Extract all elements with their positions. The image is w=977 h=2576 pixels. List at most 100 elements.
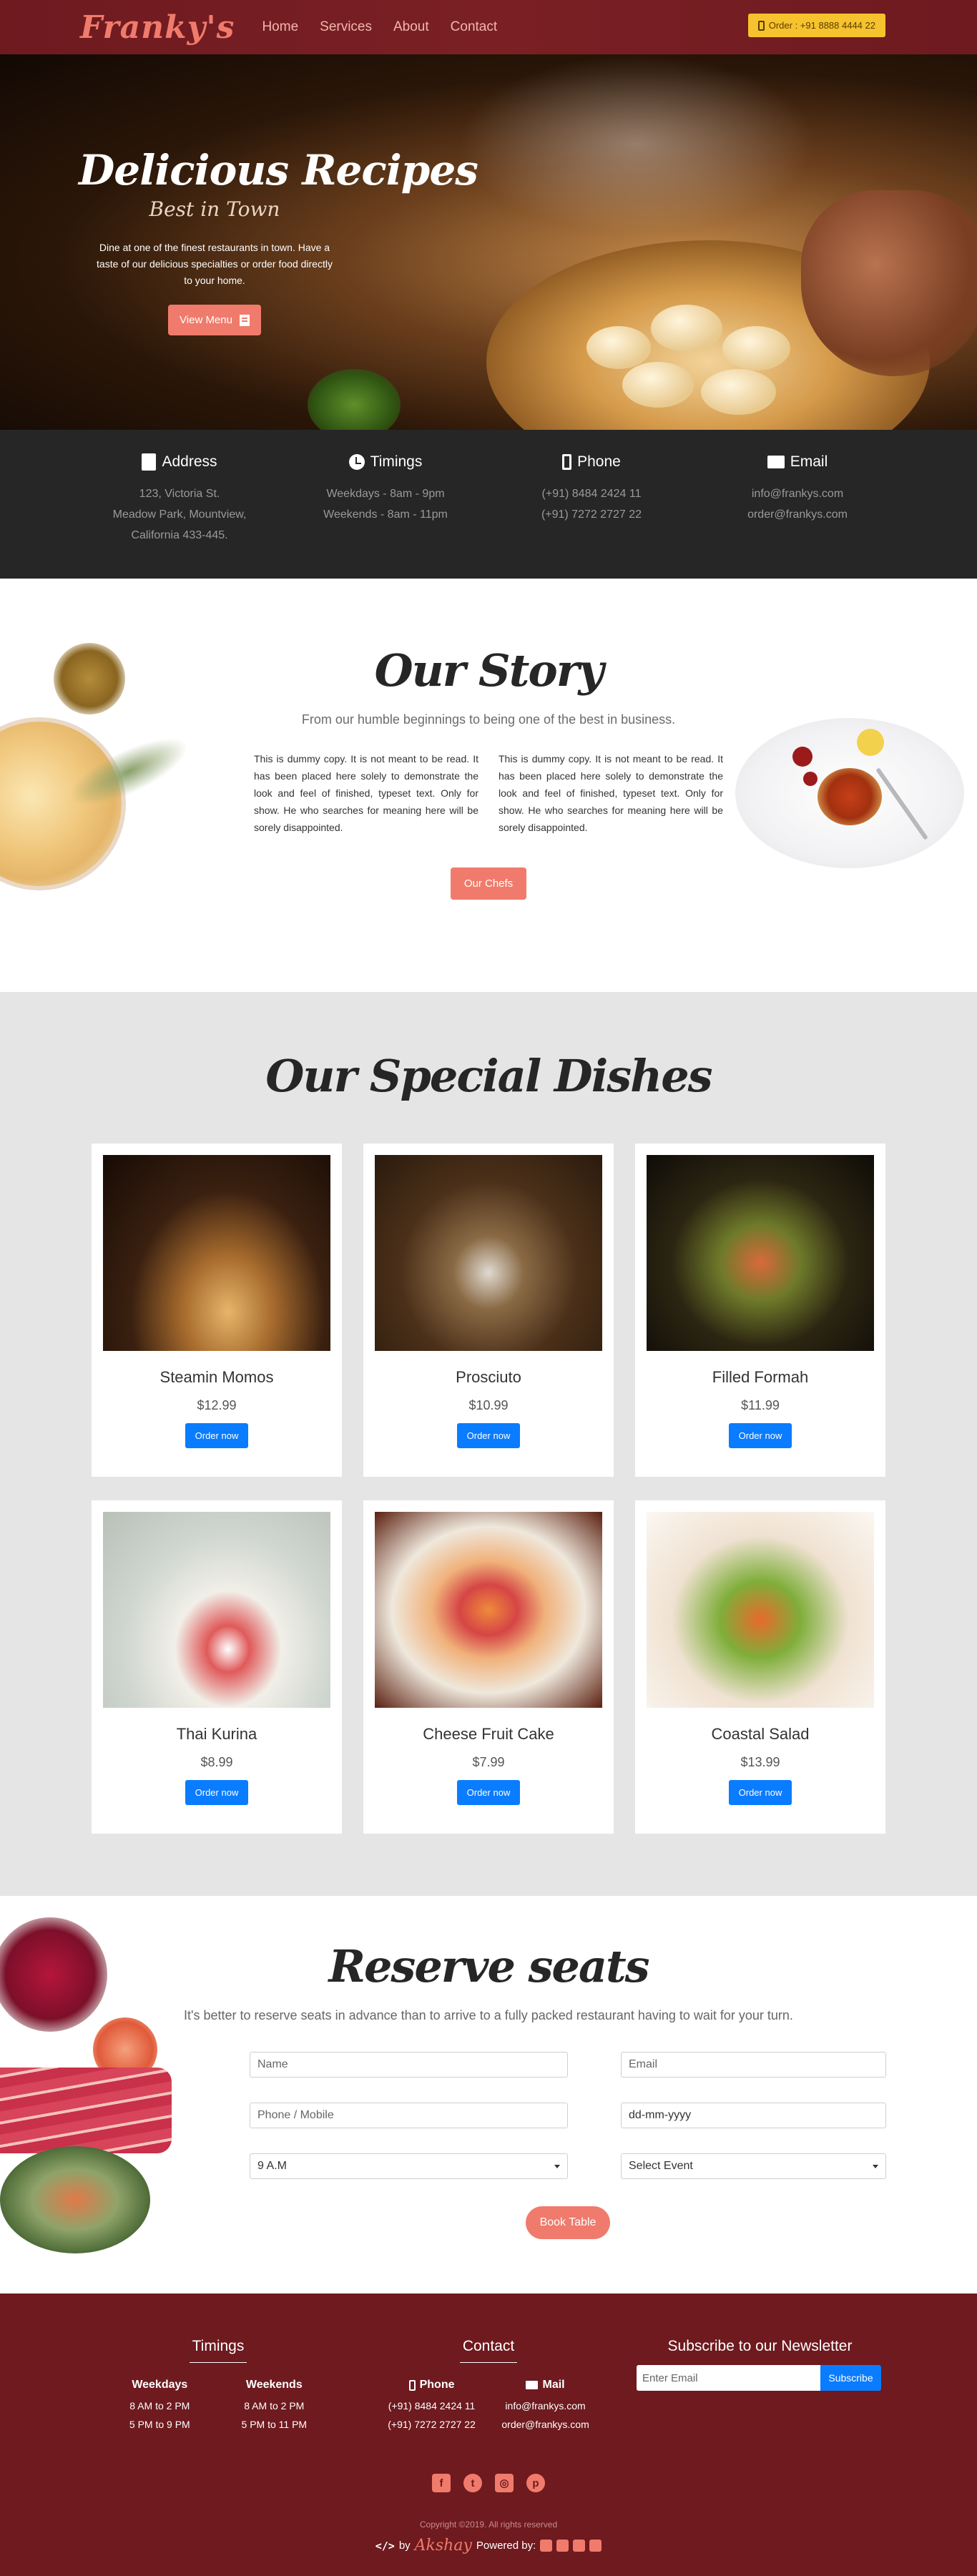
footer-weekends: Weekends 8 AM to 2 PM 5 PM to 11 PM [242, 2379, 308, 2433]
hero-herb-image [308, 369, 401, 430]
nav-links: Home Services About Contact [262, 19, 497, 35]
nav-link-services[interactable]: Services [320, 19, 372, 35]
credits-by-label: by [398, 2540, 411, 2552]
order-now-button[interactable]: Order now [185, 1423, 249, 1448]
berry-bowl-image [0, 1917, 107, 2032]
waffle-image [818, 768, 882, 825]
dish-price: $8.99 [200, 1755, 233, 1769]
info-phone-title: Phone [577, 453, 621, 470]
footer-weekends-title: Weekends [245, 2379, 303, 2391]
info-address-lines: 123, Victoria St. Meadow Park, Mountview… [77, 483, 283, 546]
mobile-phone-icon [757, 20, 765, 31]
nav-link-home[interactable]: Home [262, 19, 298, 35]
info-address-title: Address [162, 453, 217, 470]
info-line: 123, Victoria St. [139, 488, 220, 500]
footer-line: (+91) 7272 2727 22 [388, 2419, 476, 2430]
rhubarb-image [0, 2068, 172, 2153]
info-line: Weekdays - 8am - 9pm [326, 488, 445, 500]
info-timings-heading: Timings [283, 453, 488, 471]
dish-price: $10.99 [468, 1398, 509, 1412]
codepen-icon[interactable] [589, 2540, 602, 2552]
info-phone: Phone (+91) 8484 2424 11 (+91) 7272 2727… [488, 453, 694, 579]
footer-line: 8 AM to 2 PM [244, 2400, 305, 2412]
view-menu-button[interactable]: View Menu [168, 305, 261, 335]
clock-icon [348, 454, 365, 470]
nav-link-about[interactable]: About [393, 19, 429, 35]
dish-card: Filled Formah $11.99 Order now [635, 1144, 885, 1477]
mobile-phone-icon [408, 2379, 416, 2391]
newsletter-email-input[interactable]: Enter Email [637, 2365, 820, 2391]
footer-timings-title: Timings [192, 2338, 245, 2354]
date-field[interactable]: dd-mm-yyyy [621, 2103, 886, 2128]
dish-price: $12.99 [197, 1398, 237, 1412]
book-table-button[interactable]: Book Table [526, 2206, 610, 2239]
email-field[interactable]: Email [621, 2052, 886, 2078]
dish-grid: Steamin Momos $12.99 Order now Prosciuto… [0, 1144, 977, 1834]
html5-icon [540, 2540, 553, 2552]
berry-image [792, 747, 812, 767]
dishes-title: Our Special Dishes [265, 1050, 712, 1102]
dish-card: Cheese Fruit Cake $7.99 Order now [363, 1500, 614, 1834]
reserve-produce-image [0, 1903, 207, 2289]
info-line: (+91) 8484 2424 11 [541, 488, 642, 500]
info-line: Weekends - 8am - 11pm [323, 508, 448, 521]
instagram-icon[interactable]: ◎ [495, 2474, 514, 2492]
powered-by-label: Powered by: [476, 2540, 536, 2552]
order-now-button[interactable]: Order now [728, 1780, 792, 1805]
hero-subtitle: Best in Town [149, 197, 280, 221]
info-line: order@frankys.com [747, 508, 848, 521]
dish-image-prosciuto [375, 1155, 602, 1351]
author-signature[interactable]: Akshay [415, 2537, 472, 2555]
pinterest-icon[interactable]: p [526, 2474, 545, 2492]
hero-dumpling-image [651, 305, 722, 352]
subscribe-button[interactable]: Subscribe [820, 2365, 881, 2391]
footer-contact-columns: Phone (+91) 8484 2424 11 (+91) 7272 2727… [375, 2379, 602, 2433]
facebook-icon[interactable]: f [432, 2474, 451, 2492]
envelope-icon [767, 456, 785, 468]
info-line: Meadow Park, Mountview, [112, 508, 247, 521]
footer-contact-title: Contact [462, 2338, 515, 2354]
info-timings: Timings Weekdays - 8am - 9pm Weekends - … [283, 453, 488, 579]
info-line: California 433-445. [131, 529, 228, 541]
dish-name: Steamin Momos [159, 1368, 274, 1386]
chevron-down-icon [873, 2164, 878, 2168]
dish-price: $7.99 [472, 1755, 505, 1769]
brand-logo[interactable]: Franky's [80, 9, 235, 46]
order-phone-button[interactable]: Order : +91 8888 4444 22 [747, 14, 885, 37]
order-now-button[interactable]: Order now [456, 1780, 521, 1805]
time-select[interactable]: 9 A.M [250, 2153, 568, 2179]
github-icon[interactable] [573, 2540, 586, 2552]
dish-name: Thai Kurina [176, 1725, 257, 1743]
info-email-heading: Email [694, 453, 900, 471]
info-line: (+91) 7272 2727 22 [541, 508, 642, 521]
story-column-text: This is dummy copy. It is not meant to b… [254, 753, 478, 833]
phone-field[interactable]: Phone / Mobile [250, 2103, 568, 2128]
order-now-button[interactable]: Order now [456, 1423, 521, 1448]
reserve-section: Reserve seats It's better to reserve sea… [0, 1896, 977, 2294]
info-timings-title: Timings [370, 453, 423, 470]
info-address: Address 123, Victoria St. Meadow Park, M… [77, 453, 283, 579]
berry-image [803, 772, 818, 786]
order-now-button[interactable]: Order now [185, 1780, 249, 1805]
view-menu-label: View Menu [180, 314, 232, 326]
lemon-image [857, 729, 884, 756]
order-phone-label: Order : +91 8888 4444 22 [768, 20, 875, 31]
footer-line: order@frankys.com [501, 2419, 589, 2430]
footer-mail-title: Mail [542, 2379, 565, 2391]
name-field[interactable]: Name [250, 2052, 568, 2078]
order-now-button[interactable]: Order now [728, 1423, 792, 1448]
hero-dumpling-image [622, 362, 694, 408]
footer-weekdays-lines: 8 AM to 2 PM 5 PM to 9 PM [129, 2397, 190, 2433]
envelope-icon [526, 2381, 539, 2389]
footer-mail-heading: Mail [501, 2379, 589, 2391]
footer-contact: Contact Phone (+91) 8484 2424 11 (+91) 7… [375, 2338, 602, 2433]
nav-link-contact[interactable]: Contact [451, 19, 497, 35]
footer-line: 5 PM to 11 PM [241, 2419, 308, 2430]
event-select[interactable]: Select Event [621, 2153, 886, 2179]
navbar: Franky's Home Services About Contact Ord… [0, 0, 977, 54]
info-email: Email info@frankys.com order@frankys.com [694, 453, 900, 579]
twitter-icon[interactable]: t [463, 2474, 482, 2492]
newsletter: Subscribe to our Newsletter Enter Email … [637, 2338, 883, 2391]
our-chefs-button[interactable]: Our Chefs [451, 867, 526, 900]
story-pasta-jar-image [0, 643, 200, 900]
